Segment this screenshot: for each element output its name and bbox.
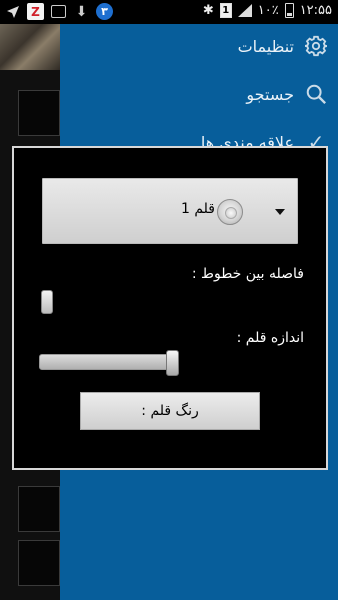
- zapp-icon: Z: [27, 3, 44, 20]
- search-icon: [304, 82, 328, 106]
- clock: ۱۲:۵۵: [299, 3, 332, 18]
- drawer-item-label: تنظیمات: [237, 36, 294, 56]
- drawer-item-search[interactable]: جستجو: [246, 72, 328, 116]
- pen-color-button[interactable]: رنگ قلم :: [80, 392, 260, 430]
- notification-icons: Z ⬇ ۳: [4, 3, 113, 20]
- list-item[interactable]: [18, 486, 60, 532]
- list-item[interactable]: [18, 90, 60, 136]
- signal-icon: [237, 4, 252, 17]
- font-radio-button[interactable]: [217, 199, 243, 225]
- navigation-icon: [4, 3, 21, 20]
- image-notification-icon: [50, 3, 67, 20]
- sim-icon: 1: [219, 3, 232, 18]
- battery-percent: ۱۰٪: [257, 3, 279, 18]
- notification-badge: ۳: [96, 3, 113, 20]
- font-size-slider-track[interactable]: [39, 354, 177, 370]
- font-selector-label: قلم 1: [180, 201, 215, 217]
- drawer-item-label: جستجو: [246, 84, 294, 104]
- download-icon: ⬇: [75, 3, 88, 20]
- font-selector[interactable]: قلم 1: [42, 178, 298, 244]
- font-size-slider[interactable]: [166, 350, 179, 376]
- line-spacing-slider[interactable]: [41, 290, 53, 314]
- drawer-item-settings[interactable]: تنظیمات: [238, 24, 328, 68]
- battery-icon: [284, 3, 294, 18]
- font-settings-dialog: قلم 1 فاصله بین خطوط : اندازه قلم : رنگ …: [12, 146, 328, 470]
- gear-icon: [304, 34, 328, 58]
- list-item[interactable]: [18, 540, 60, 586]
- font-size-label: اندازه قلم :: [236, 330, 304, 346]
- status-bar: Z ⬇ ۳ ✱ 1 ۱۰٪ ۱۲:۵۵: [0, 0, 338, 24]
- line-spacing-label: فاصله بین خطوط :: [191, 266, 304, 282]
- bluetooth-icon: ✱: [202, 3, 214, 18]
- thumbnail-image[interactable]: [0, 24, 60, 70]
- dropdown-arrow-icon[interactable]: [275, 209, 285, 215]
- system-icons: ✱ 1 ۱۰٪ ۱۲:۵۵: [203, 3, 332, 18]
